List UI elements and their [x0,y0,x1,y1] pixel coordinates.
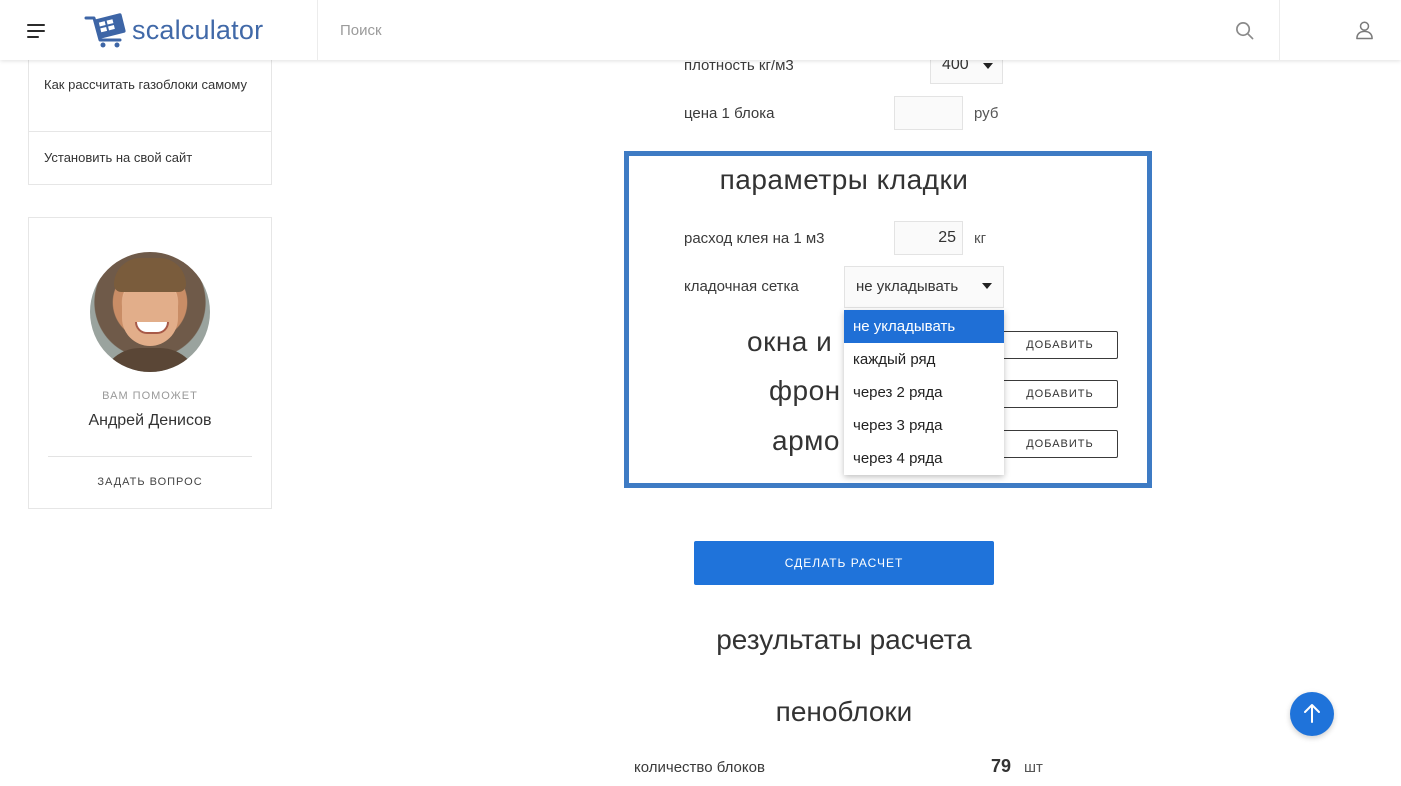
block-price-input[interactable] [894,96,963,130]
results-subtitle: пеноблоки [775,696,913,727]
header-divider [317,0,318,60]
masonry-title: параметры кладки [719,164,969,195]
calculator-cart-logo-icon [84,13,126,48]
results-title: результаты расчета [716,624,972,655]
mesh-option-none[interactable]: не укладывать [844,310,1004,343]
add-gable-button[interactable]: ДОБАВИТЬ [1002,380,1118,408]
sidebar-link-install-widget[interactable]: Установить на свой сайт [44,148,192,168]
gables-title: фрон [769,375,841,406]
divider [48,456,252,457]
helper-label: ВАМ ПОМОЖЕТ [102,390,198,402]
sidebar-menu: Как рассчитать газоблоки самому Установи… [28,60,272,185]
hamburger-menu-icon[interactable] [27,24,45,38]
divider [29,131,271,132]
mesh-option-every-4-rows[interactable]: через 4 ряда [844,442,1004,475]
arrow-up-icon [1304,704,1320,723]
mesh-label: кладочная сетка [684,278,799,295]
blocks-count-label: количество блоков [634,759,765,776]
mesh-option-every-2-rows[interactable]: через 2 ряда [844,376,1004,409]
header: scalculator [0,0,1401,60]
header-divider [1279,0,1280,60]
glue-unit: кг [974,230,987,247]
ask-question-button[interactable]: ЗАДАТЬ ВОПРОС [29,476,271,488]
windows-doors-title: окна и [747,326,833,357]
search-icon[interactable] [1235,21,1254,40]
mesh-selected-value: не укладывать [856,278,959,295]
chevron-down-icon [983,63,993,69]
helper-name: Андрей Денисов [88,412,212,429]
add-window-button[interactable]: ДОБАВИТЬ [1002,331,1118,359]
glue-input[interactable] [894,221,963,255]
helper-card: ВАМ ПОМОЖЕТ Андрей Денисов ЗАДАТЬ ВОПРОС [28,217,272,509]
calculate-button[interactable]: СДЕЛАТЬ РАСЧЕТ [694,541,994,585]
mesh-dropdown-list: не укладывать каждый ряд через 2 ряда че… [844,310,1004,475]
add-armobelt-button[interactable]: ДОБАВИТЬ [1002,430,1118,458]
chevron-down-icon [982,283,992,289]
block-price-label: цена 1 блока [684,105,775,122]
avatar [90,252,210,372]
sidebar-link-how-to-calculate[interactable]: Как рассчитать газоблоки самому [44,75,254,95]
blocks-count-value: 79 [991,756,1012,776]
block-price-unit: руб [974,105,999,122]
mesh-option-every-row[interactable]: каждый ряд [844,343,1004,376]
logo[interactable]: scalculator [84,12,263,48]
user-icon[interactable] [1355,20,1374,40]
mesh-select[interactable]: не укладывать [844,266,1004,308]
search-input[interactable] [330,15,1240,45]
scroll-to-top-button[interactable] [1290,692,1334,736]
armobelt-title: армо [772,425,840,456]
mesh-option-every-3-rows[interactable]: через 3 ряда [844,409,1004,442]
blocks-count-unit: шт [1024,759,1043,776]
glue-label: расход клея на 1 м3 [684,230,825,247]
logo-text: scalculator [132,14,264,45]
